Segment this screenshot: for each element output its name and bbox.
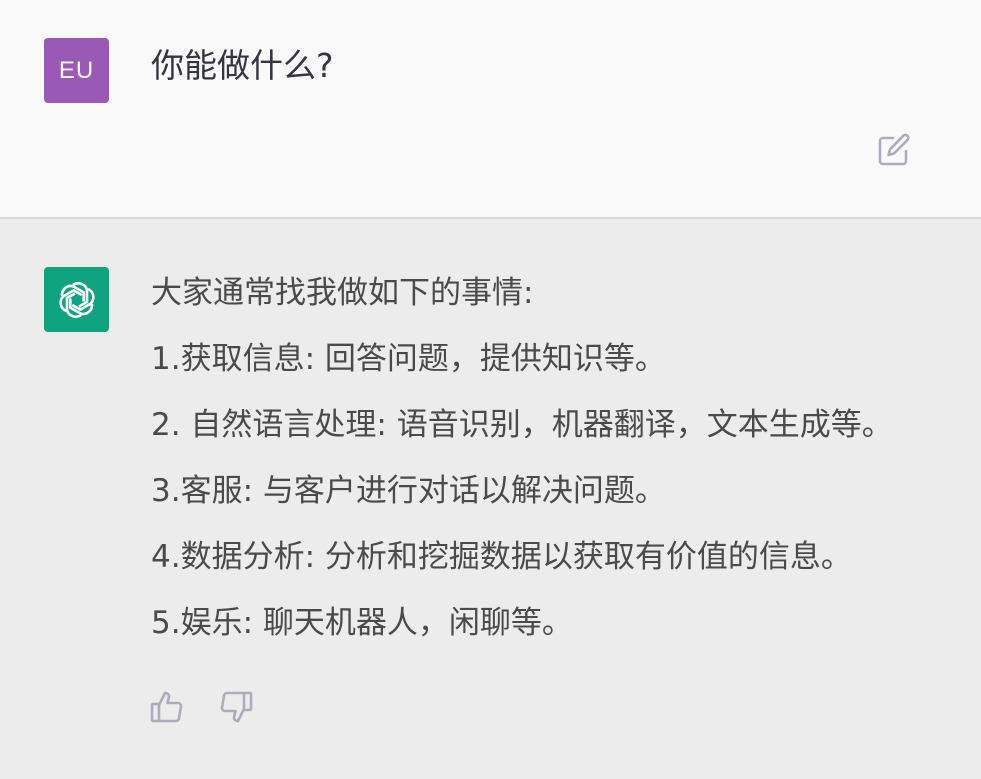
assistant-message-content: 大家通常找我做如下的事情: 1.获取信息: 回答问题，提供知识等。 2. 自然语… <box>151 271 966 667</box>
assistant-list-item: 3.客服: 与客户进行对话以解决问题。 <box>151 473 666 509</box>
thumbs-up-button[interactable] <box>149 689 185 725</box>
user-message: EU 你能做什么? <box>0 0 981 219</box>
edit-icon <box>878 133 910 166</box>
user-avatar-initials: EU <box>58 56 95 84</box>
thumbs-down-button[interactable] <box>218 689 254 725</box>
thumbs-down-icon <box>220 691 253 723</box>
assistant-avatar <box>44 267 109 332</box>
edit-message-button[interactable] <box>876 132 912 168</box>
assistant-intro-line: 大家通常找我做如下的事情: <box>151 275 534 311</box>
openai-logo-icon <box>58 281 95 318</box>
user-avatar: EU <box>44 38 109 103</box>
assistant-list-item: 1.获取信息: 回答问题，提供知识等。 <box>151 341 666 377</box>
user-message-text: 你能做什么? <box>151 46 334 85</box>
assistant-list-item: 2. 自然语言处理: 语音识别，机器翻译，文本生成等。 <box>151 407 893 443</box>
assistant-message: 大家通常找我做如下的事情: 1.获取信息: 回答问题，提供知识等。 2. 自然语… <box>0 219 981 779</box>
thumbs-up-icon <box>150 691 183 723</box>
assistant-list-item: 5.娱乐: 聊天机器人，闲聊等。 <box>151 605 573 641</box>
assistant-list-item: 4.数据分析: 分析和挖掘数据以获取有价值的信息。 <box>151 539 852 575</box>
